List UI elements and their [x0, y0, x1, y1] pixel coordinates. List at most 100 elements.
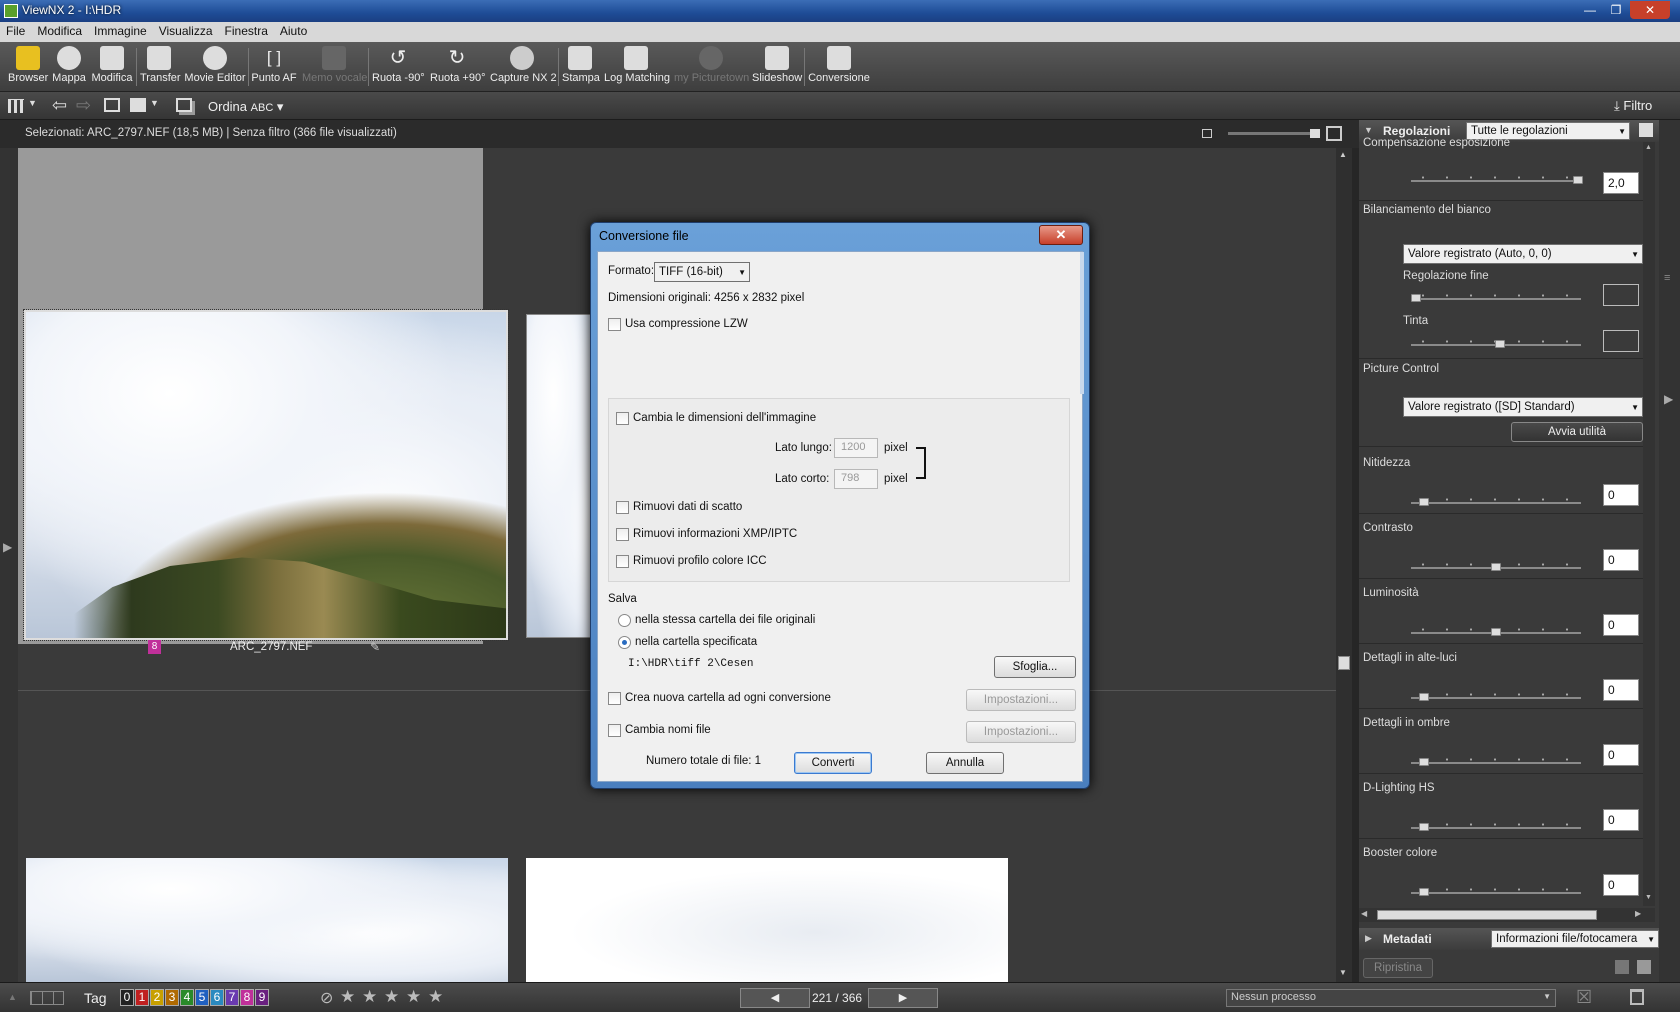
menu-finestra[interactable]: Finestra: [219, 22, 274, 38]
browser-button[interactable]: Browser: [8, 44, 48, 84]
conversion-button[interactable]: Conversione: [808, 44, 870, 84]
new-folder-checkbox[interactable]: [608, 692, 621, 705]
collapse-up-icon[interactable]: ▲: [8, 992, 17, 1002]
transfer-button[interactable]: Transfer: [140, 44, 181, 84]
cancel-button[interactable]: Annulla: [926, 752, 1004, 774]
expand-metadata-icon[interactable]: ▶: [1365, 933, 1372, 944]
thumbnail-image-3[interactable]: [26, 858, 508, 982]
highlights-slider[interactable]: [1411, 693, 1581, 703]
process-dropdown[interactable]: Nessun processo ▼: [1226, 989, 1556, 1007]
forward-arrow-icon[interactable]: ⇨: [76, 95, 91, 116]
tag-5[interactable]: 5: [195, 989, 209, 1006]
scroll-up-icon[interactable]: ▲: [1339, 150, 1347, 159]
new-folder-settings-button[interactable]: Impostazioni...: [966, 689, 1076, 711]
fine-adjust-value[interactable]: [1603, 284, 1639, 306]
convert-button[interactable]: Converti: [794, 752, 872, 774]
rotate-left-button[interactable]: ↺ Ruota -90°: [372, 44, 425, 84]
large-thumb-icon[interactable]: [1326, 126, 1342, 141]
capture-nx2-button[interactable]: Capture NX 2: [490, 44, 557, 84]
exposure-value[interactable]: 2,0: [1603, 172, 1639, 194]
tag-6[interactable]: 6: [210, 989, 224, 1006]
close-button[interactable]: ✕: [1630, 1, 1670, 19]
remove-shot-data-checkbox[interactable]: [616, 501, 629, 514]
star-2-icon[interactable]: ★: [362, 987, 377, 1007]
tag-2[interactable]: 2: [150, 989, 164, 1006]
rotate-right-button[interactable]: ↻ Ruota +90°: [430, 44, 485, 84]
tint-slider[interactable]: [1411, 340, 1581, 350]
scroll-thumb[interactable]: [1338, 656, 1350, 670]
grid-view-icon[interactable]: [8, 99, 24, 113]
filmstrip-icon[interactable]: [30, 991, 64, 1005]
view-dropdown-icon[interactable]: ▼: [28, 98, 37, 108]
thumbnail-size-slider[interactable]: [1228, 132, 1320, 135]
nitidezza-slider[interactable]: [1411, 498, 1581, 508]
collapse-icon[interactable]: ▼: [1364, 125, 1373, 135]
star-3-icon[interactable]: ★: [384, 987, 399, 1007]
fine-adjust-slider[interactable]: [1411, 294, 1581, 304]
panel-horizontal-scrollbar[interactable]: ◀ ▶: [1359, 908, 1655, 922]
back-arrow-icon[interactable]: ⇦: [52, 95, 67, 116]
minimize-button[interactable]: —: [1578, 1, 1602, 19]
launch-utility-button[interactable]: Avvia utilità: [1511, 422, 1643, 442]
menu-file[interactable]: File: [0, 22, 31, 38]
tag-1[interactable]: 1: [135, 989, 149, 1006]
panel-vertical-scrollbar[interactable]: ▲ ▼: [1643, 142, 1655, 906]
maximize-button[interactable]: ❐: [1604, 1, 1628, 19]
af-point-button[interactable]: [ ] Punto AF: [250, 44, 298, 84]
grid-vertical-scrollbar[interactable]: ▲ ▼: [1336, 148, 1352, 982]
star-4-icon[interactable]: ★: [406, 987, 421, 1007]
scroll-down-icon[interactable]: ▼: [1339, 968, 1347, 977]
print-button[interactable]: Stampa: [562, 44, 600, 84]
next-page-button[interactable]: ▶: [868, 988, 938, 1008]
map-button[interactable]: Mappa: [52, 44, 86, 84]
panel-h-scroll-thumb[interactable]: [1377, 910, 1597, 920]
contrasto-slider[interactable]: [1411, 563, 1581, 573]
cancel-process-icon[interactable]: ☒: [1576, 987, 1592, 1008]
trash-icon[interactable]: [1630, 989, 1644, 1005]
picturetown-button[interactable]: my Picturetown: [674, 44, 749, 84]
tag-4[interactable]: 4: [180, 989, 194, 1006]
short-side-field[interactable]: 798: [834, 469, 878, 489]
picture-control-dropdown[interactable]: Valore registrato ([SD] Standard): [1403, 397, 1643, 417]
rename-checkbox[interactable]: [608, 724, 621, 737]
format-dropdown[interactable]: TIFF (16-bit): [654, 262, 750, 282]
exposure-slider[interactable]: [1411, 176, 1583, 186]
adjust-options-icon[interactable]: [1639, 123, 1653, 137]
wb-dropdown[interactable]: Valore registrato (Auto, 0, 0): [1403, 244, 1643, 264]
filter-button[interactable]: ⤓ Filtro: [1614, 98, 1652, 114]
sort-button[interactable]: Ordina ABC ▾: [208, 99, 283, 115]
thumbnail-image[interactable]: [23, 309, 509, 641]
tint-value[interactable]: [1603, 330, 1639, 352]
movie-editor-button[interactable]: Movie Editor: [184, 44, 246, 84]
thumbnail-size-thumb[interactable]: [1310, 129, 1320, 138]
thumbnail-cell-selected[interactable]: 8 ARC_2797.NEF ✎: [18, 148, 509, 654]
star-1-icon[interactable]: ★: [340, 987, 355, 1007]
rename-settings-button[interactable]: Impostazioni...: [966, 721, 1076, 743]
resize-checkbox[interactable]: [616, 412, 629, 425]
menu-modifica[interactable]: Modifica: [31, 22, 88, 38]
small-thumb-icon[interactable]: [1202, 129, 1212, 138]
menu-immagine[interactable]: Immagine: [88, 22, 153, 38]
favorite-folder-icon[interactable]: [130, 98, 146, 112]
right-panel-toggle[interactable]: ▶ ≡: [1659, 120, 1680, 982]
log-matching-button[interactable]: Log Matching: [604, 44, 670, 84]
lzw-checkbox[interactable]: [608, 318, 621, 331]
parent-folder-icon[interactable]: [104, 98, 120, 112]
no-rating-icon[interactable]: ⊘: [320, 988, 333, 1008]
reset-button[interactable]: Ripristina: [1363, 958, 1433, 978]
save-settings-icon[interactable]: [1615, 960, 1629, 974]
star-5-icon[interactable]: ★: [428, 987, 443, 1007]
dlighting-slider[interactable]: [1411, 823, 1581, 833]
booster-slider[interactable]: [1411, 888, 1581, 898]
remove-xmp-checkbox[interactable]: [616, 528, 629, 541]
metadata-dropdown[interactable]: Informazioni file/fotocamera: [1491, 930, 1659, 948]
remove-icc-checkbox[interactable]: [616, 555, 629, 568]
edit-button[interactable]: Modifica: [90, 44, 134, 84]
shadows-slider[interactable]: [1411, 758, 1581, 768]
luminosita-slider[interactable]: [1411, 628, 1581, 638]
paste-settings-icon[interactable]: [1637, 960, 1651, 974]
menu-visualizza[interactable]: Visualizza: [153, 22, 219, 38]
save-specified-radio[interactable]: [618, 636, 631, 649]
browse-button[interactable]: Sfoglia...: [994, 656, 1076, 678]
long-side-field[interactable]: 1200: [834, 438, 878, 458]
